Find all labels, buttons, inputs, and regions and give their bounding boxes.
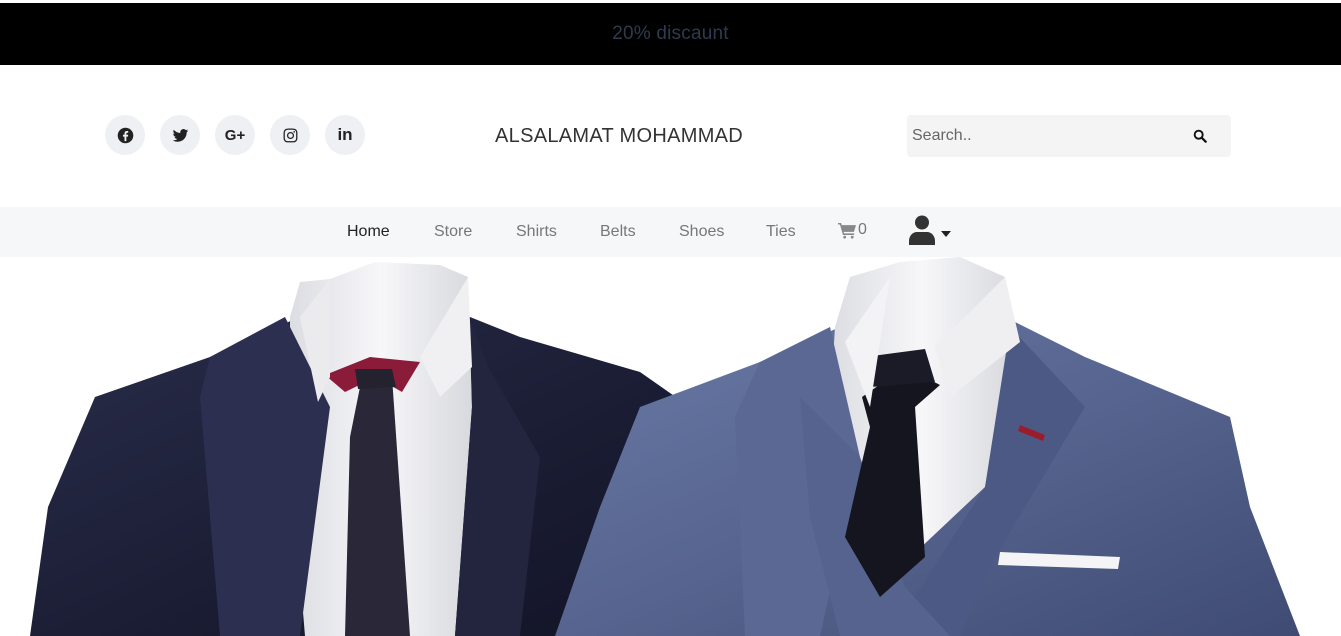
search-button[interactable] bbox=[1169, 115, 1231, 157]
nav-belts[interactable]: Belts bbox=[600, 223, 636, 241]
nav-store[interactable]: Store bbox=[434, 223, 472, 241]
caret-down-icon bbox=[941, 231, 951, 237]
suits-illustration bbox=[30, 257, 1300, 636]
facebook-button[interactable] bbox=[105, 115, 145, 155]
nav-home[interactable]: Home bbox=[347, 223, 390, 241]
nav-shirts[interactable]: Shirts bbox=[516, 223, 557, 241]
user-menu[interactable] bbox=[909, 215, 951, 245]
social-links: G+ in bbox=[105, 115, 365, 155]
cart-count: 0 bbox=[858, 221, 867, 238]
cart-icon bbox=[838, 222, 856, 239]
instagram-button[interactable] bbox=[270, 115, 310, 155]
cart-link[interactable]: 0 bbox=[838, 221, 867, 239]
hero-image bbox=[0, 257, 1341, 636]
user-icon bbox=[909, 215, 935, 245]
twitter-icon bbox=[172, 128, 188, 142]
promo-text: 20% discaunt bbox=[612, 23, 729, 44]
twitter-button[interactable] bbox=[160, 115, 200, 155]
brand-title[interactable]: ALSALAMAT MOHAMMAD bbox=[495, 125, 743, 148]
instagram-icon bbox=[283, 128, 297, 142]
google-plus-icon: G+ bbox=[224, 126, 246, 144]
linkedin-button[interactable]: in bbox=[325, 115, 365, 155]
blue-suit bbox=[555, 257, 1300, 636]
main-navbar: Home Store Shirts Belts Shoes Ties 0 bbox=[0, 207, 1341, 257]
nav-ties[interactable]: Ties bbox=[766, 223, 796, 241]
search-box bbox=[907, 115, 1231, 157]
google-plus-button[interactable]: G+ bbox=[215, 115, 255, 155]
promo-bar: 20% discaunt bbox=[0, 3, 1341, 65]
linkedin-icon: in bbox=[337, 125, 353, 144]
search-input[interactable] bbox=[907, 115, 1169, 157]
header: G+ in ALSALAMAT MOHAMMAD bbox=[0, 65, 1341, 207]
facebook-icon bbox=[117, 127, 133, 143]
search-icon bbox=[1193, 129, 1207, 143]
nav-shoes[interactable]: Shoes bbox=[679, 223, 724, 241]
